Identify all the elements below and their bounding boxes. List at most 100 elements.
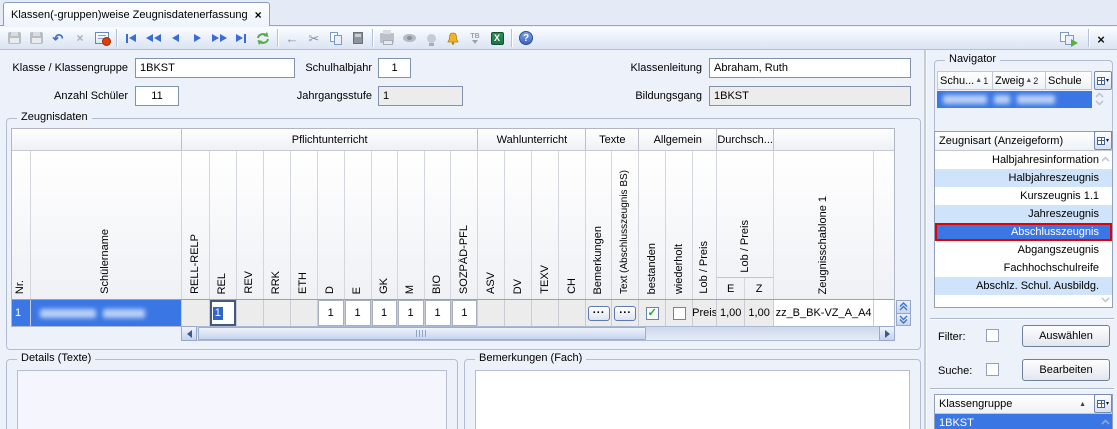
navigator-column-schule[interactable]: Schule — [1046, 71, 1092, 90]
scroll-left-button[interactable] — [181, 326, 197, 341]
tab-close-icon[interactable]: × — [255, 9, 262, 21]
toggle-navigator-button[interactable] — [1056, 29, 1080, 49]
tb-export-button[interactable]: TB — [464, 28, 486, 48]
nav-next-button[interactable] — [186, 28, 208, 48]
cell-texv[interactable] — [532, 300, 559, 326]
nav-first-icon — [126, 34, 136, 43]
cell-lob-preis[interactable]: Preis — [693, 300, 717, 326]
excel-export-button[interactable]: X — [486, 28, 508, 48]
cell-dv[interactable] — [505, 300, 532, 326]
save-button[interactable] — [25, 28, 47, 48]
column-header-eth: ETH — [291, 151, 318, 299]
edit-form-button[interactable] — [91, 28, 113, 48]
navigator-field-chooser-button[interactable]: ▾ — [1094, 71, 1112, 90]
wiederholt-checkbox[interactable] — [673, 307, 686, 320]
nav-fast-prev-button[interactable] — [142, 28, 164, 48]
spin-up-button[interactable] — [896, 300, 911, 313]
cell-e-grade[interactable]: 1 — [345, 300, 372, 326]
row-spinner — [896, 300, 911, 326]
go-back-button[interactable]: ← — [281, 28, 303, 48]
cell-schuelername[interactable] — [31, 300, 182, 326]
chevron-down-icon[interactable] — [1101, 297, 1110, 303]
cell-rel-grade-input[interactable]: 1 — [210, 300, 237, 326]
print-button[interactable] — [376, 28, 398, 48]
preview-button[interactable] — [398, 28, 420, 48]
zeugnisart-item-jahreszeugnis[interactable]: Jahreszeugnis — [935, 205, 1112, 223]
save-append-button[interactable] — [3, 28, 25, 48]
cell-m-grade[interactable]: 1 — [398, 300, 425, 326]
refresh-button[interactable] — [252, 28, 274, 48]
chevron-up-icon[interactable] — [1101, 419, 1110, 425]
chevron-up-icon[interactable] — [1101, 156, 1110, 162]
nav-fast-prev-icon — [146, 34, 161, 42]
help-button[interactable]: ? — [515, 28, 537, 48]
navigator-column-zweig[interactable]: Zweig▲2 — [993, 71, 1046, 90]
klassengruppe-item-1bkst-selected[interactable]: 1BKST — [935, 414, 1112, 429]
cell-d-grade[interactable]: 1 — [318, 300, 345, 326]
bestanden-checkbox[interactable]: ✓ — [646, 307, 659, 320]
auswaehlen-button[interactable]: Auswählen — [1022, 325, 1110, 347]
cell-eth[interactable] — [291, 300, 318, 326]
cell-nr[interactable]: 1 — [12, 300, 31, 326]
zeugnisart-header[interactable]: Zeugnisart (Anzeigeform) ▾ — [935, 132, 1112, 151]
zeugnisart-item-halbjahresinformation[interactable]: Halbjahresinformation — [935, 151, 1112, 169]
cell-rrk[interactable] — [264, 300, 291, 326]
navigator-selected-row[interactable] — [937, 91, 1092, 108]
cut-button[interactable]: ✂ — [303, 28, 325, 48]
anzahl-schueler-field[interactable]: 11 — [135, 86, 179, 106]
suche-input[interactable] — [986, 363, 999, 376]
zeugnisart-item-fachhochschulreife[interactable]: Fachhochschulreife — [935, 259, 1112, 277]
spin-down-button[interactable] — [896, 313, 911, 327]
nav-first-button[interactable] — [120, 28, 142, 48]
scrollbar-thumb[interactable] — [198, 327, 646, 340]
cell-rell-relp[interactable] — [182, 300, 210, 326]
zeugnisart-item-abgangszeugnis[interactable]: Abgangszeugnis — [935, 241, 1112, 259]
navigator-scroll-arrows — [1095, 92, 1104, 106]
bearbeiten-button[interactable]: Bearbeiten — [1022, 359, 1110, 381]
cell-durchschnitt-z[interactable]: 1,00 — [745, 300, 774, 326]
notification-button[interactable] — [442, 28, 464, 48]
column-header-asv: ASV — [478, 151, 505, 299]
zeugnisart-item-halbjahreszeugnis[interactable]: Halbjahreszeugnis — [935, 169, 1112, 187]
paste-button[interactable] — [347, 28, 369, 48]
klassengruppe-scroll-up — [1101, 419, 1110, 425]
double-chevron-up-icon — [899, 302, 908, 311]
chevron-down-icon[interactable] — [1095, 100, 1104, 106]
navigator-column-schule1[interactable]: Schu...▲1 — [937, 71, 993, 90]
cell-blank — [874, 300, 894, 326]
text-ellipsis-button[interactable]: ... — [614, 306, 636, 321]
cell-bio-grade[interactable]: 1 — [425, 300, 452, 326]
bemerkungen-ellipsis-button[interactable]: ... — [588, 306, 610, 321]
nav-fast-next-button[interactable] — [208, 28, 230, 48]
cell-asv[interactable] — [478, 300, 505, 326]
zeugnisart-item-abschlz-schul-ausbildg[interactable]: Abschlz. Schul. Ausbildg. — [935, 277, 1112, 295]
delete-button[interactable]: × — [69, 28, 91, 48]
cell-ch[interactable] — [559, 300, 586, 326]
klassengruppe-field-chooser-button[interactable]: ▾ — [1094, 394, 1112, 413]
cell-sozpaed-grade[interactable]: 1 — [452, 300, 479, 326]
schulhalbjahr-field[interactable]: 1 — [378, 58, 411, 78]
undo-button[interactable]: ↶ — [47, 28, 69, 48]
close-panel-button[interactable]: × — [1089, 29, 1113, 49]
copy-button[interactable] — [325, 28, 347, 48]
cell-zeugnisschablone[interactable]: zz_B_BK-VZ_A_A4 — [774, 300, 874, 326]
zeugnisart-field-chooser-button[interactable]: ▾ — [1094, 131, 1112, 150]
filter-checkbox[interactable] — [986, 329, 999, 342]
klassengruppe-header[interactable]: Klassengruppe ▲ ▾ — [935, 395, 1112, 414]
hint-button[interactable] — [420, 28, 442, 48]
zeugnisart-item-kurszeugnis[interactable]: Kurszeugnis 1.1 — [935, 187, 1112, 205]
column-header-d: D — [318, 151, 345, 299]
tab-zeugnisdatenerfassung[interactable]: Klassen(-gruppen)weise Zeugnisdatenerfas… — [3, 2, 270, 26]
scroll-right-button[interactable] — [879, 326, 895, 341]
cell-rev[interactable] — [237, 300, 264, 326]
nav-prev-button[interactable] — [164, 28, 186, 48]
chevron-up-icon[interactable] — [1095, 92, 1104, 98]
nav-last-button[interactable] — [230, 28, 252, 48]
bemerkungen-fach-textarea[interactable] — [475, 370, 910, 429]
details-texte-memo[interactable] — [17, 370, 447, 429]
main-toolbar: ↶ × ← ✂ TB X ? — [0, 27, 1117, 50]
cell-gk-grade[interactable]: 1 — [372, 300, 398, 326]
klassenleitung-field[interactable]: Abraham, Ruth — [709, 58, 911, 78]
zeugnisart-item-abschlusszeugnis-selected[interactable]: Abschlusszeugnis — [935, 223, 1112, 241]
cell-durchschnitt-e[interactable]: 1,00 — [717, 300, 745, 326]
